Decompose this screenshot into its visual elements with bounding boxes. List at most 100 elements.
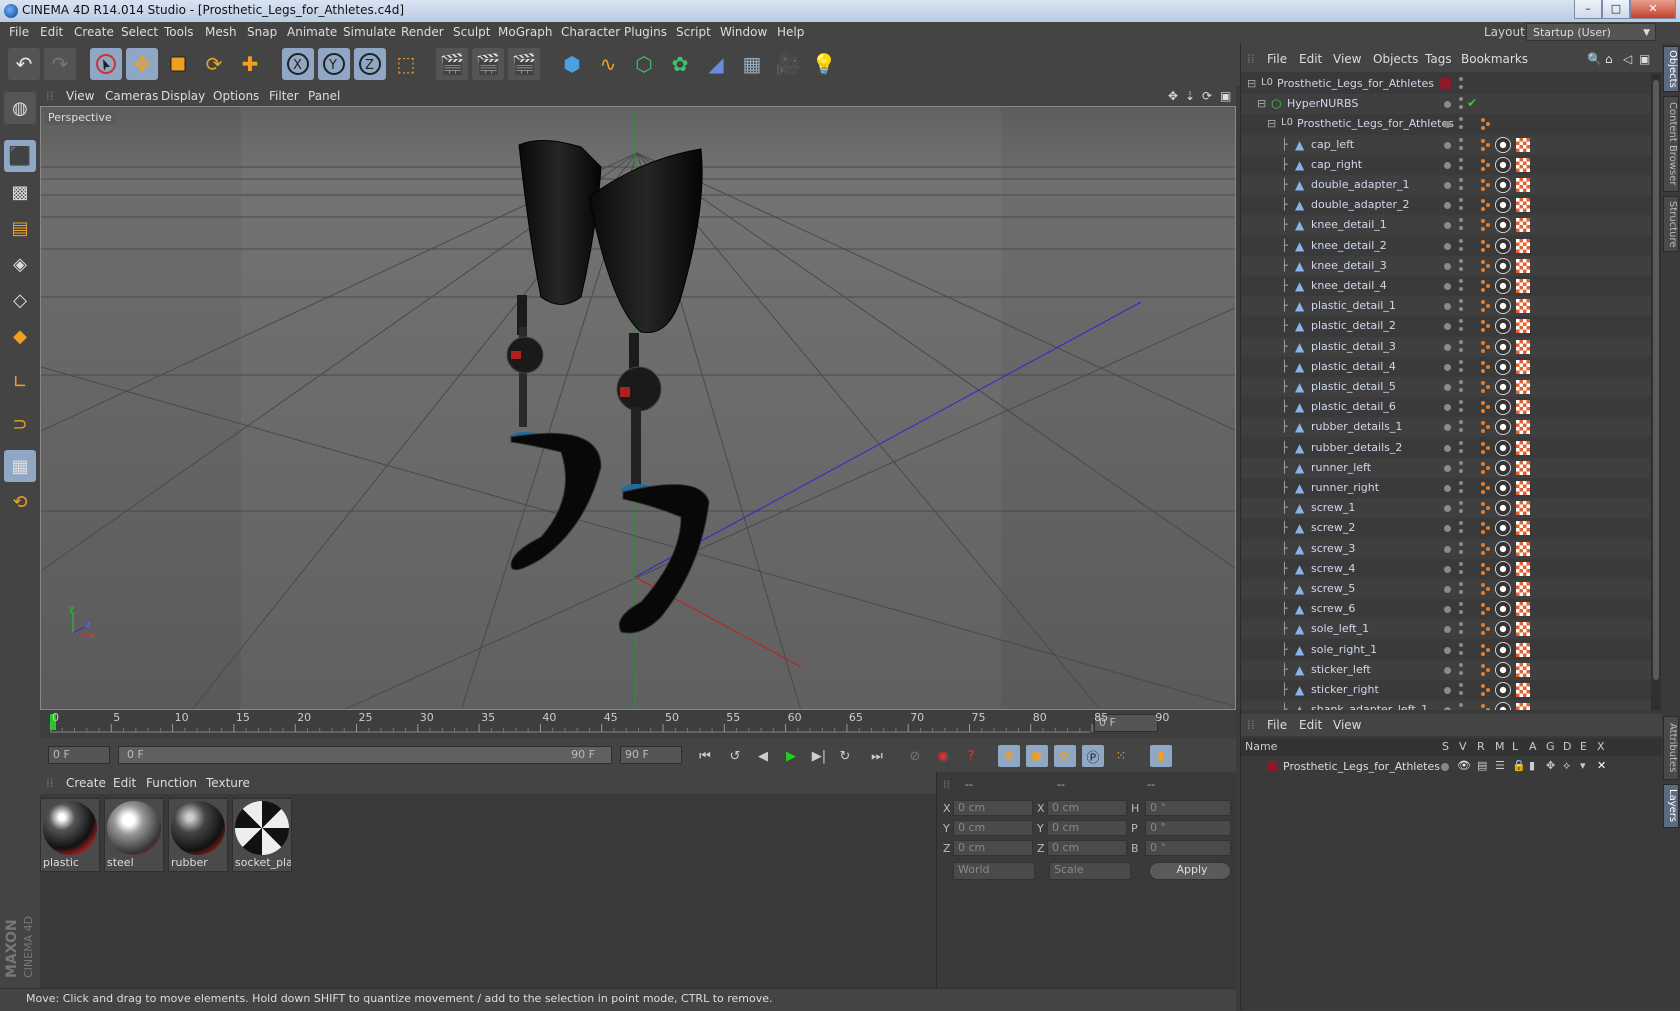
material-tag-icon[interactable] <box>1495 237 1511 254</box>
object-row[interactable]: ⊟ L0 Prosthetic_Legs_for_Athletes <box>1241 114 1651 134</box>
spline-icon[interactable]: ∿ <box>592 48 624 80</box>
object-name[interactable]: screw_3 <box>1311 542 1355 555</box>
object-row[interactable]: ├ ▲ screw_6 <box>1241 599 1651 619</box>
editor-visibility-dot[interactable] <box>1444 404 1451 412</box>
timeline-ruler[interactable]: 0 F 0 5 10 15 20 25 30 35 40 45 50 55 60 65 70 75 80 85 90 <box>40 710 1236 738</box>
key-position-icon[interactable]: ✥ <box>998 745 1020 767</box>
object-name[interactable]: screw_5 <box>1311 582 1355 595</box>
editor-visibility-dot[interactable] <box>1444 141 1451 149</box>
rotate-tool-icon[interactable]: ⟳ <box>198 48 230 80</box>
phong-tag-icon[interactable] <box>1479 542 1491 556</box>
coordinate-system-icon[interactable]: ⬚ <box>390 48 422 80</box>
editor-visibility-dot[interactable] <box>1444 101 1451 109</box>
editor-visibility-toggle[interactable] <box>1459 218 1463 223</box>
editor-visibility-toggle[interactable] <box>1459 339 1463 344</box>
redo-icon[interactable]: ↷ <box>44 48 76 80</box>
workplane-lock-icon[interactable]: ▦ <box>4 450 36 482</box>
render-picture-viewer-icon[interactable]: 🎬 <box>472 48 504 80</box>
workplane-mode-icon[interactable]: ▤ <box>4 212 36 244</box>
editor-visibility-dot[interactable] <box>1444 707 1451 710</box>
object-name[interactable]: plastic_detail_6 <box>1311 400 1396 413</box>
previous-frame-icon[interactable]: ◀ <box>752 745 774 767</box>
editor-visibility-toggle[interactable] <box>1459 178 1463 182</box>
phong-tag-icon[interactable] <box>1479 259 1491 273</box>
undo-icon[interactable]: ↶ <box>8 48 40 80</box>
editor-visibility-dot[interactable] <box>1444 464 1451 472</box>
phong-tag-icon[interactable] <box>1479 481 1491 495</box>
make-editable-icon[interactable]: ◍ <box>4 92 36 124</box>
menu-tools[interactable]: Tools <box>164 25 194 39</box>
render-visibility-toggle[interactable] <box>1459 125 1463 130</box>
render-visibility-toggle[interactable] <box>1459 630 1463 635</box>
material-tag-icon[interactable] <box>1495 540 1511 557</box>
editor-visibility-toggle[interactable] <box>1459 380 1463 384</box>
render-visibility-toggle[interactable] <box>1459 145 1463 150</box>
render-visibility-toggle[interactable] <box>1459 670 1463 675</box>
object-row[interactable]: ├ ▲ rubber_details_2 <box>1241 438 1651 458</box>
material-tag-icon[interactable] <box>1495 500 1511 517</box>
generator-icon[interactable]: ✥ <box>1546 759 1555 772</box>
uvw-tag-icon[interactable] <box>1516 157 1530 172</box>
material-tag-icon[interactable] <box>1495 459 1511 476</box>
object-name[interactable]: plastic_detail_2 <box>1311 319 1396 332</box>
home-icon[interactable]: ⌂ <box>1605 52 1613 66</box>
phong-tag-icon[interactable] <box>1479 178 1491 192</box>
render-visibility-toggle[interactable] <box>1459 428 1463 433</box>
editor-visibility-dot[interactable] <box>1444 646 1451 654</box>
editor-visibility-dot[interactable] <box>1444 363 1451 371</box>
render-view-icon[interactable]: 🎬 <box>436 48 468 80</box>
object-row[interactable]: ├ ▲ cap_left <box>1241 134 1651 155</box>
x-axis-lock-icon[interactable]: X <box>282 48 314 80</box>
material-swatch-steel[interactable]: steel <box>104 798 164 872</box>
deformer-icon[interactable]: ⟡ <box>1563 759 1570 773</box>
uvw-tag-icon[interactable] <box>1516 420 1530 435</box>
material-tag-icon[interactable] <box>1495 156 1511 173</box>
render-visibility-toggle[interactable] <box>1459 468 1463 473</box>
layer-menu-view[interactable]: View <box>1333 718 1361 732</box>
object-name[interactable]: screw_2 <box>1311 521 1355 534</box>
object-name[interactable]: Prosthetic_Legs_for_Athletes <box>1277 77 1434 90</box>
material-tag-icon[interactable] <box>1495 520 1511 537</box>
manager-icon[interactable]: ☰ <box>1495 759 1505 772</box>
object-name[interactable]: sole_left_1 <box>1311 622 1369 635</box>
next-key-icon[interactable]: ↻ <box>834 745 856 767</box>
uvw-tag-icon[interactable] <box>1516 683 1530 697</box>
object-row[interactable]: ├ ▲ sticker_right <box>1241 680 1651 700</box>
editor-visibility-toggle[interactable] <box>1459 359 1463 364</box>
material-tag-icon[interactable] <box>1495 278 1511 294</box>
render-visibility-toggle[interactable] <box>1459 549 1463 554</box>
editor-visibility-toggle[interactable] <box>1459 77 1463 81</box>
menu-edit[interactable]: Edit <box>40 25 63 39</box>
material-tag-icon[interactable] <box>1495 641 1511 658</box>
editor-visibility-toggle[interactable] <box>1459 258 1463 263</box>
viewport-menu-view[interactable]: View <box>66 89 94 103</box>
material-tag-icon[interactable] <box>1495 379 1511 395</box>
object-menu-tags[interactable]: Tags <box>1425 52 1452 66</box>
phong-tag-icon[interactable] <box>1479 380 1491 394</box>
rot-h-field[interactable]: 0 ° <box>1145 800 1231 816</box>
material-tag-icon[interactable] <box>1495 439 1511 456</box>
material-tag-icon[interactable] <box>1495 480 1511 496</box>
object-name[interactable]: shank_adapter_left_1 <box>1311 703 1428 710</box>
solo-toggle[interactable] <box>1441 763 1449 771</box>
menu-script[interactable]: Script <box>676 25 711 39</box>
object-name[interactable]: runner_left <box>1311 461 1371 474</box>
editor-visibility-toggle[interactable] <box>1459 703 1463 708</box>
editor-visibility-dot[interactable] <box>1444 586 1451 593</box>
editor-visibility-toggle[interactable] <box>1459 561 1463 566</box>
material-tag-icon[interactable] <box>1495 621 1511 638</box>
editor-visibility-toggle[interactable] <box>1459 582 1463 586</box>
menu-simulate[interactable]: Simulate <box>343 25 396 39</box>
uvw-tag-icon[interactable] <box>1516 359 1530 374</box>
tab-structure[interactable]: Structure <box>1663 196 1679 252</box>
lock-icon[interactable]: 🔒 <box>1512 759 1526 772</box>
menu-help[interactable]: Help <box>777 25 804 39</box>
editor-visibility-dot[interactable] <box>1444 202 1451 210</box>
viewport-menu-cameras[interactable]: Cameras <box>105 89 158 103</box>
editor-visibility-toggle[interactable] <box>1459 541 1463 546</box>
camera-icon[interactable]: 🎥 <box>772 48 804 80</box>
uvw-tag-icon[interactable] <box>1516 319 1530 334</box>
render-visibility-toggle[interactable] <box>1459 489 1463 493</box>
scale-tool-icon[interactable] <box>162 48 194 80</box>
editor-visibility-toggle[interactable] <box>1459 238 1463 243</box>
